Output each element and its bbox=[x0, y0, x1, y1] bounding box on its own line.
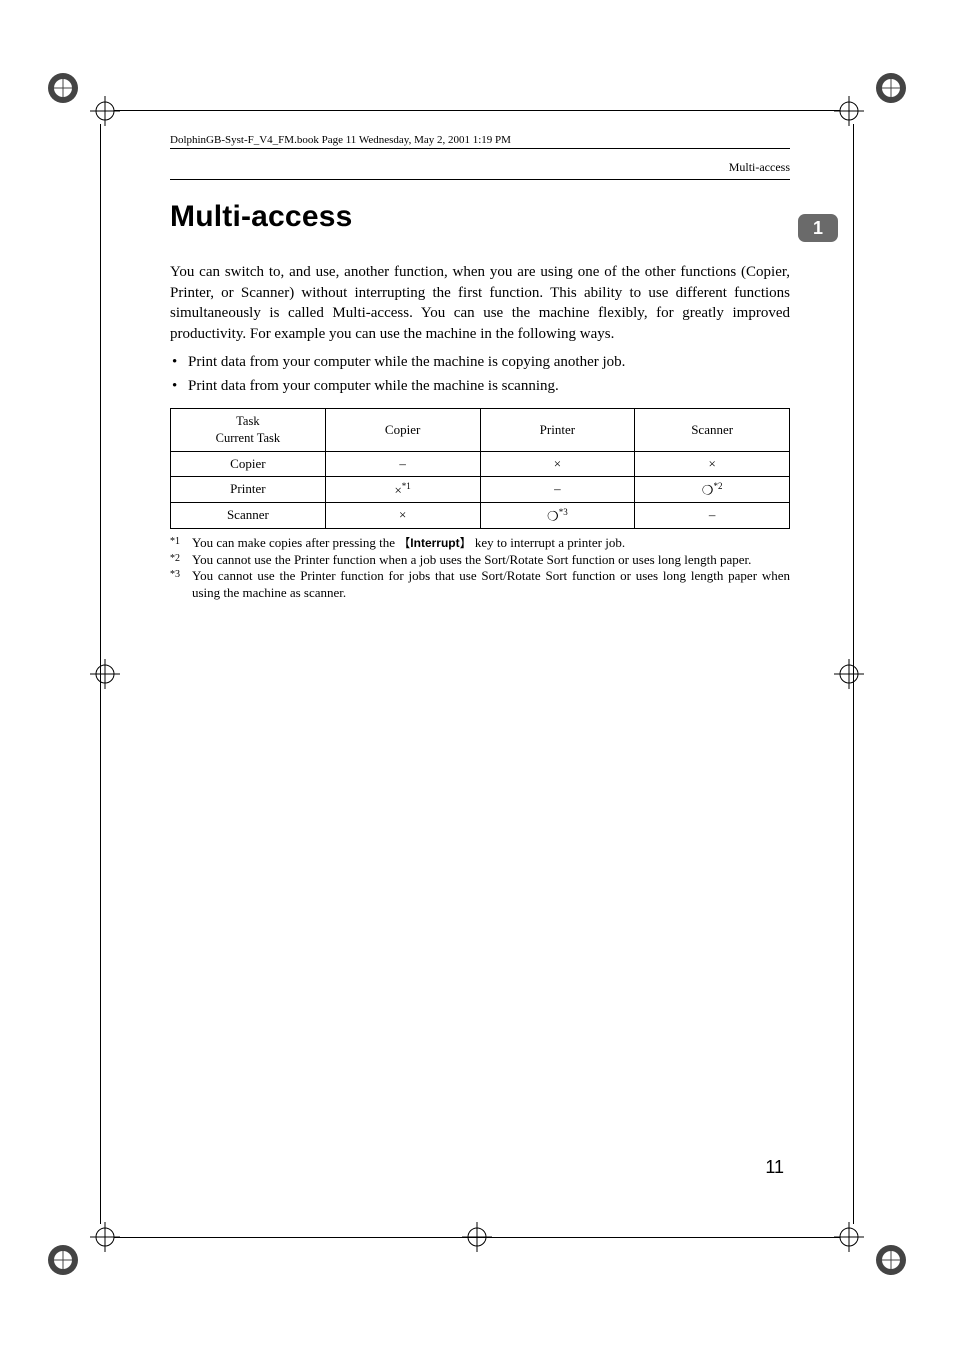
table-row: Printer ×*1 – ❍*2 bbox=[171, 476, 790, 502]
table-corner-bottom: Current Task bbox=[216, 431, 281, 445]
bullet-list: Print data from your computer while the … bbox=[170, 351, 790, 398]
table-cell: ×*1 bbox=[325, 476, 480, 502]
table-header: Printer bbox=[480, 408, 635, 451]
registration-mark-icon bbox=[45, 70, 81, 106]
table-row: Copier – × × bbox=[171, 451, 790, 476]
footnote: *2 You cannot use the Printer function w… bbox=[170, 552, 790, 569]
registration-mark-icon bbox=[873, 70, 909, 106]
page-number: 11 bbox=[765, 1157, 784, 1178]
footnote: *1 You can make copies after pressing th… bbox=[170, 535, 790, 552]
table-cell: × bbox=[635, 451, 790, 476]
footnote-mark: *1 bbox=[170, 535, 192, 552]
footnote-text: You cannot use the Printer function for … bbox=[192, 568, 790, 601]
registration-mark-icon bbox=[873, 1242, 909, 1278]
table-cell: × bbox=[325, 502, 480, 528]
footnote: *3 You cannot use the Printer function f… bbox=[170, 568, 790, 601]
table-cell: – bbox=[635, 502, 790, 528]
footnote-text: You can make copies after pressing the I… bbox=[192, 535, 790, 552]
table-corner-top: Task bbox=[236, 414, 259, 428]
multi-access-table: Task Current Task Copier Printer Scanner… bbox=[170, 408, 790, 529]
footnote-mark: *2 bbox=[170, 552, 192, 569]
header-title: Multi-access bbox=[170, 160, 790, 180]
section-tab: 1 bbox=[798, 214, 838, 242]
table-row: Scanner × ❍*3 – bbox=[171, 502, 790, 528]
footnote-text: You cannot use the Printer function when… bbox=[192, 552, 790, 569]
footnote-mark: *3 bbox=[170, 568, 192, 601]
table-row: Task Current Task Copier Printer Scanner bbox=[171, 408, 790, 451]
table-cell: × bbox=[480, 451, 635, 476]
page-title: Multi-access bbox=[170, 200, 790, 234]
row-label: Copier bbox=[171, 451, 326, 476]
table-header: Scanner bbox=[635, 408, 790, 451]
keycap: Interrupt bbox=[398, 536, 471, 550]
list-item: Print data from your computer while the … bbox=[170, 375, 790, 398]
table-header: Task Current Task bbox=[171, 408, 326, 451]
page-content: DolphinGB-Syst-F_V4_FM.book Page 11 Wedn… bbox=[170, 160, 790, 602]
table-cell: – bbox=[325, 451, 480, 476]
table-cell: – bbox=[480, 476, 635, 502]
footnotes: *1 You can make copies after pressing th… bbox=[170, 535, 790, 602]
list-item: Print data from your computer while the … bbox=[170, 351, 790, 374]
row-label: Printer bbox=[171, 476, 326, 502]
intro-paragraph: You can switch to, and use, another func… bbox=[170, 262, 790, 345]
table-header: Copier bbox=[325, 408, 480, 451]
table-cell: ❍*3 bbox=[480, 502, 635, 528]
registration-mark-icon bbox=[45, 1242, 81, 1278]
running-head: DolphinGB-Syst-F_V4_FM.book Page 11 Wedn… bbox=[170, 134, 790, 149]
row-label: Scanner bbox=[171, 502, 326, 528]
table-cell: ❍*2 bbox=[635, 476, 790, 502]
